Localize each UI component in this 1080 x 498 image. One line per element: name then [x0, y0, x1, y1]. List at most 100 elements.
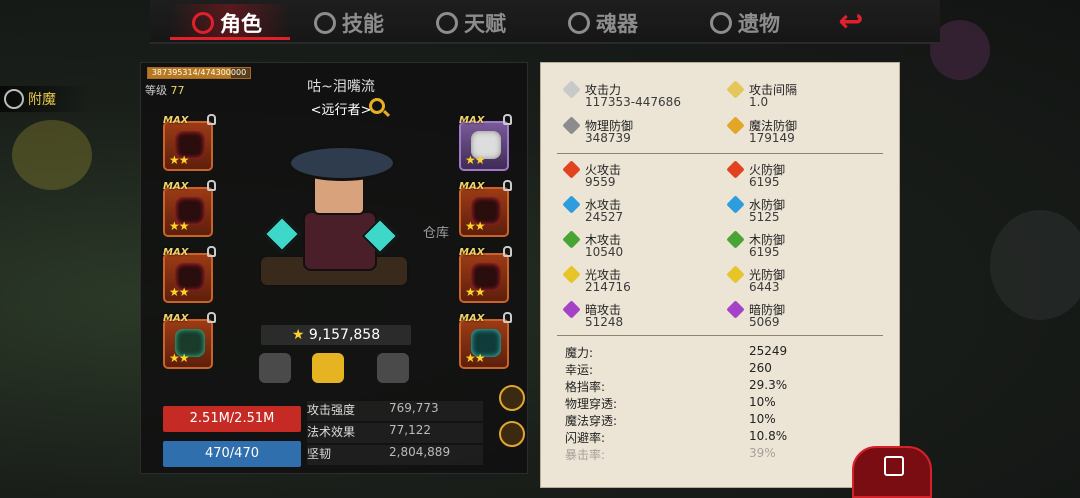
stat-value: 24527: [585, 210, 624, 224]
tab-talent[interactable]: 天赋: [436, 6, 506, 40]
enchant-label: 附魔: [28, 92, 56, 108]
misc-stat-row: 幸运: 260: [565, 361, 865, 378]
alert-icon[interactable]: [499, 385, 525, 411]
armor-set-icon-right[interactable]: [377, 353, 409, 383]
stat-value: 9559: [585, 175, 616, 189]
element-icon: [726, 265, 745, 284]
stat-value: 214716: [585, 280, 631, 294]
hero-portrait[interactable]: [233, 125, 443, 325]
level-label: 等级: [145, 84, 167, 97]
equipment-slot-gauntlet[interactable]: MAX ★★: [163, 180, 216, 237]
tab-label: 天赋: [464, 12, 506, 36]
background-sphere: [990, 210, 1080, 320]
stats-panel: 攻击力 117353-447686 攻击间隔 1.0 物理防御 348739 魔法防御 179…: [540, 62, 900, 488]
tab-label: 角色: [220, 12, 262, 36]
stat-value: 51248: [585, 315, 624, 329]
equipment-slot-mask[interactable]: MAX ★★: [459, 114, 512, 171]
lock-icon: [503, 180, 512, 191]
max-badge: MAX: [459, 115, 485, 126]
stat-value: 29.3%: [749, 378, 788, 392]
star-rating: ★★: [169, 153, 189, 167]
element-icon: [726, 300, 745, 319]
stat-row: 坚韧 2,804,889: [307, 445, 483, 465]
relics-tab-icon: [710, 12, 732, 34]
equipment-slot-armor[interactable]: MAX ★★: [459, 180, 512, 237]
stat-value: 769,773: [389, 401, 439, 415]
lock-icon: [503, 312, 512, 323]
equipment-slot-helmet[interactable]: MAX ★★: [163, 114, 216, 171]
tab-skills[interactable]: 技能: [314, 6, 384, 40]
star-rating: ★★: [465, 285, 485, 299]
stat-value: 2,804,889: [389, 445, 451, 459]
max-badge: MAX: [163, 313, 189, 324]
quill-icon: [726, 80, 745, 99]
experience-text: 387395314/474300000: [151, 68, 247, 77]
emblem-icon[interactable]: [852, 446, 932, 498]
element-icon: [726, 195, 745, 214]
max-badge: MAX: [459, 181, 485, 192]
equipment-slot-shield[interactable]: MAX ★★: [163, 246, 216, 303]
game-screen: 角色 技能 天赋 魂器 遗物 ↩ 附魔 387395314/474300000 …: [0, 0, 1080, 498]
background-tree-ornament: [12, 120, 92, 190]
stat-label: 坚韧: [307, 447, 332, 461]
element-icon: [562, 230, 581, 249]
stat-value: 5125: [749, 210, 780, 224]
element-icon: [562, 265, 581, 284]
magic-shield-icon: [726, 116, 745, 135]
equipment-slot-crystal[interactable]: MAX ★★: [459, 312, 512, 369]
tab-label: 魂器: [596, 12, 638, 36]
max-badge: MAX: [163, 115, 189, 126]
skills-tab-icon: [314, 12, 336, 34]
combat-power-value: 9,157,858: [308, 327, 381, 343]
tab-character[interactable]: 角色: [192, 6, 262, 40]
misc-stat-row: 魔法穿透: 10%: [565, 412, 865, 429]
lock-icon: [207, 312, 216, 323]
enchant-button[interactable]: 附魔: [0, 86, 90, 112]
element-icon: [562, 160, 581, 179]
stat-value: 6195: [749, 175, 780, 189]
stat-label: 物理穿透:: [565, 397, 618, 411]
armor-set-icon-left[interactable]: [259, 353, 291, 383]
talent-tab-icon: [436, 12, 458, 34]
max-badge: MAX: [163, 247, 189, 258]
stat-value: 348739: [585, 131, 631, 145]
tab-soul-vessel[interactable]: 魂器: [568, 6, 638, 40]
star-rating: ★★: [169, 219, 189, 233]
lock-icon: [503, 246, 512, 257]
back-button[interactable]: ↩: [820, 6, 882, 40]
divider: [557, 153, 883, 154]
soul-vessel-tab-icon: [568, 12, 590, 34]
star-rating: ★★: [169, 285, 189, 299]
stat-label: 攻击强度: [307, 403, 356, 417]
stat-value: 10%: [749, 412, 776, 426]
stat-value: 1.0: [749, 95, 769, 109]
mp-bar: 470/470: [163, 441, 301, 467]
storage-label[interactable]: 仓库: [423, 222, 449, 241]
stat-value: 10%: [749, 395, 776, 409]
max-badge: MAX: [459, 247, 485, 258]
stat-label: 魔法穿透:: [565, 414, 618, 428]
armor-set-icon-active[interactable]: [312, 353, 344, 383]
tab-relics[interactable]: 遗物: [710, 6, 780, 40]
stat-value: 6443: [749, 280, 780, 294]
divider: [557, 335, 883, 336]
stat-value: 260: [749, 361, 772, 375]
hero-weapon-crystal: [263, 215, 301, 253]
atom-icon[interactable]: [499, 421, 525, 447]
sword-icon: [562, 80, 581, 99]
element-icon: [726, 230, 745, 249]
tab-label: 技能: [342, 12, 384, 36]
equipment-slot-amulet[interactable]: MAX ★★: [163, 312, 216, 369]
search-icon[interactable]: [369, 98, 385, 114]
stat-value: 25249: [749, 344, 788, 358]
character-tab-icon: [192, 12, 214, 34]
stat-value: 77,122: [389, 423, 431, 437]
tab-label: 遗物: [738, 12, 780, 36]
lock-icon: [207, 114, 216, 125]
element-icon: [562, 195, 581, 214]
misc-stat-row: 魔力: 25249: [565, 344, 865, 361]
stat-label: 闪避率:: [565, 431, 606, 445]
stat-value: 117353-447686: [585, 95, 681, 109]
equipment-slot-boots[interactable]: MAX ★★: [459, 246, 512, 303]
stat-value: 6195: [749, 245, 780, 259]
